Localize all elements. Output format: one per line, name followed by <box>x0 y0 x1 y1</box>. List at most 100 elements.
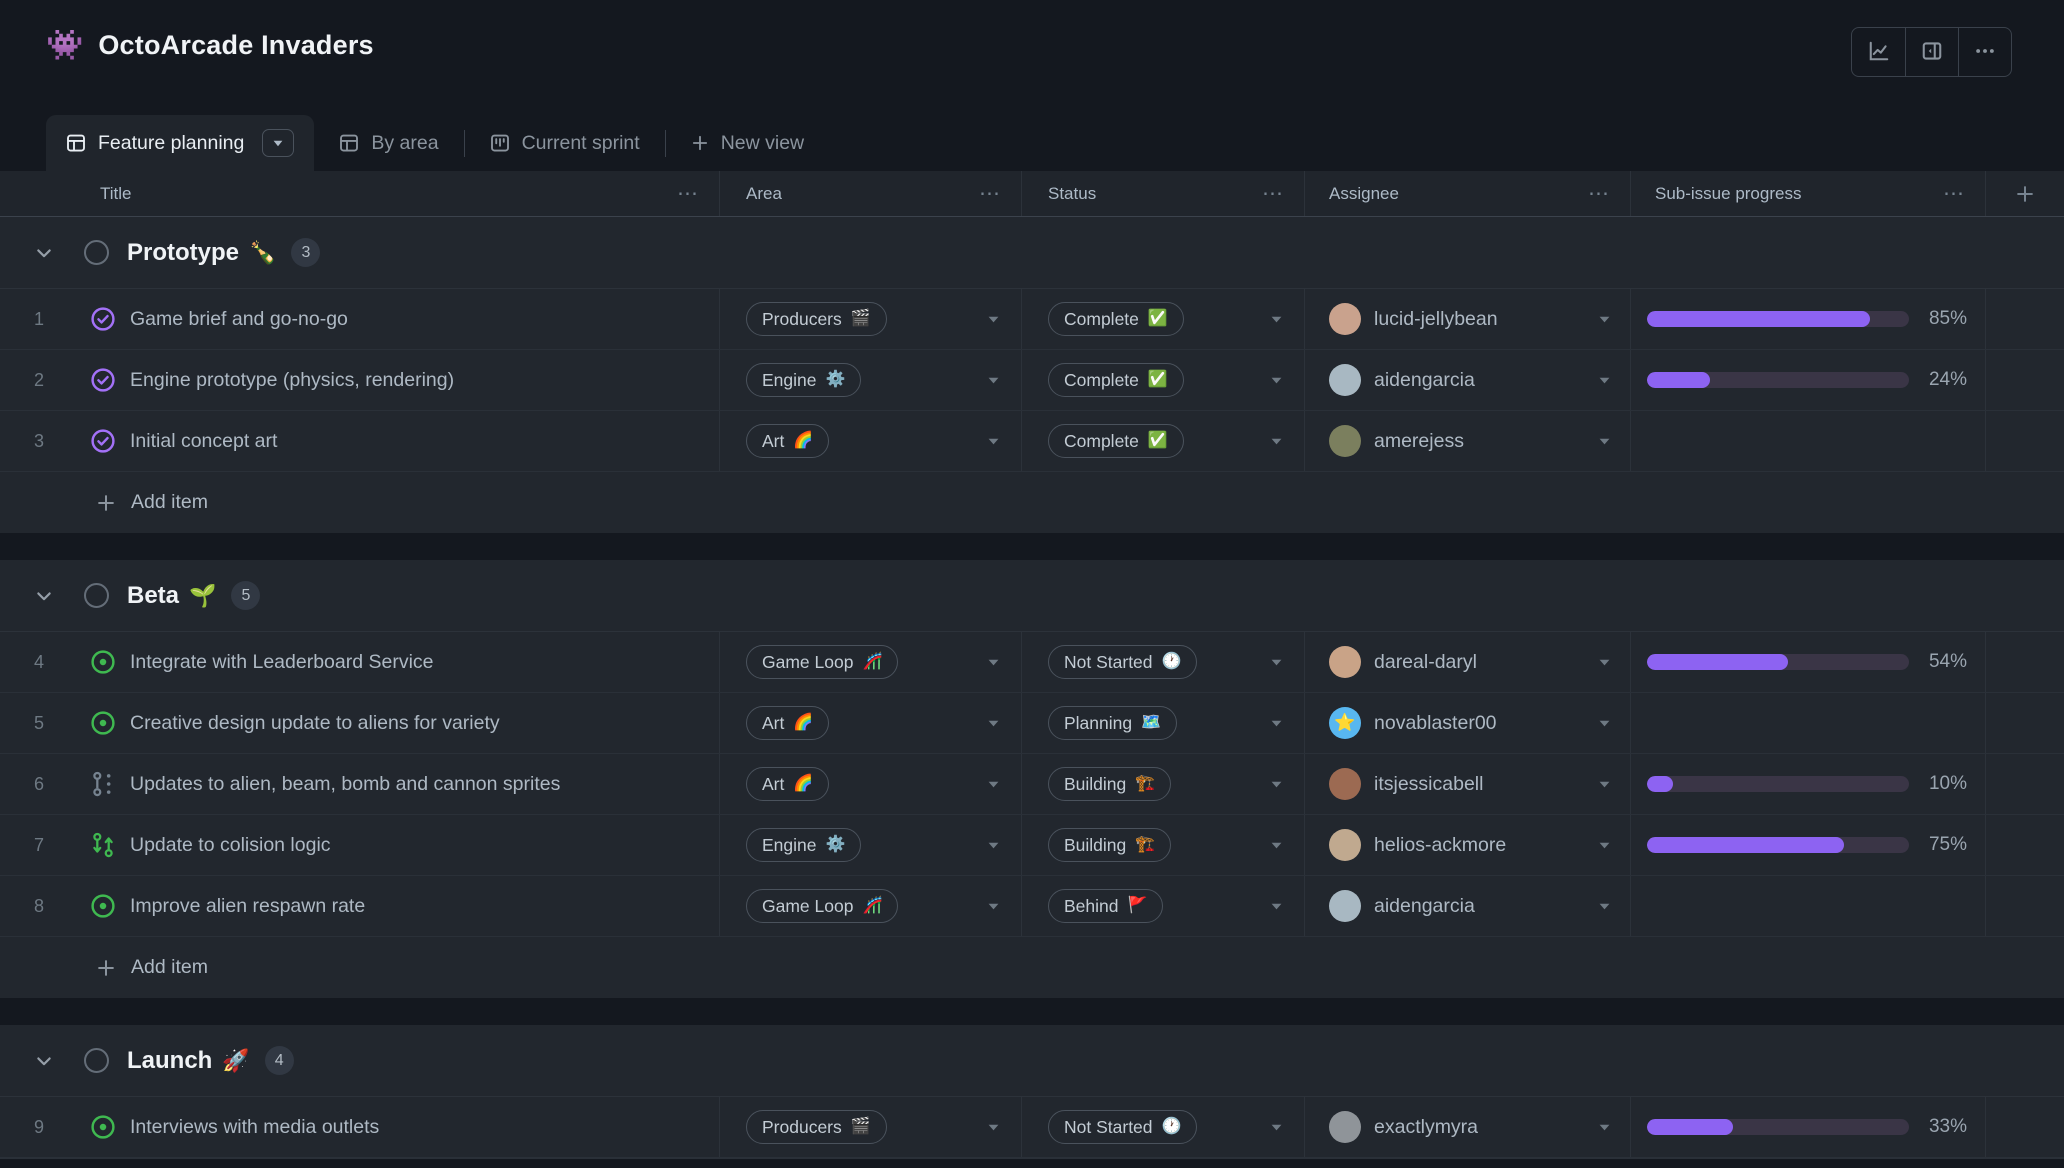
area-cell[interactable]: Producers 🎬 <box>720 289 1022 349</box>
area-pill[interactable]: Art 🌈 <box>746 767 829 801</box>
chevron-down-icon[interactable] <box>34 243 54 263</box>
chevron-down-icon[interactable] <box>1271 316 1282 323</box>
area-pill[interactable]: Producers 🎬 <box>746 1110 887 1144</box>
area-cell[interactable]: Engine ⚙️ <box>720 350 1022 410</box>
more-options-button[interactable] <box>1958 28 2011 76</box>
chevron-down-icon[interactable] <box>1599 659 1610 666</box>
chevron-down-icon[interactable] <box>1599 316 1610 323</box>
chevron-down-icon[interactable] <box>1271 720 1282 727</box>
issue-title[interactable]: Update to colision logic <box>130 834 331 857</box>
chevron-down-icon[interactable] <box>1599 842 1610 849</box>
chevron-down-icon[interactable] <box>988 377 999 384</box>
area-cell[interactable]: Art 🌈 <box>720 754 1022 814</box>
area-pill[interactable]: Game Loop 🎢 <box>746 645 898 679</box>
issue-title[interactable]: Integrate with Leaderboard Service <box>130 651 434 674</box>
chevron-down-icon[interactable] <box>988 720 999 727</box>
status-pill[interactable]: Complete ✅ <box>1048 302 1184 336</box>
area-cell[interactable]: Producers 🎬 <box>720 1097 1022 1157</box>
tab-feature-planning[interactable]: Feature planning <box>46 115 314 171</box>
chevron-down-icon[interactable] <box>1271 842 1282 849</box>
status-pill[interactable]: Complete ✅ <box>1048 424 1184 458</box>
issue-title[interactable]: Game brief and go-no-go <box>130 308 348 331</box>
chevron-down-icon[interactable] <box>1599 377 1610 384</box>
chevron-down-icon[interactable] <box>988 316 999 323</box>
chevron-down-icon[interactable] <box>1599 720 1610 727</box>
tab-current-sprint[interactable]: Current sprint <box>465 115 665 171</box>
chevron-down-icon[interactable] <box>1271 781 1282 788</box>
issue-title[interactable]: Initial concept art <box>130 430 277 453</box>
area-cell[interactable]: Game Loop 🎢 <box>720 632 1022 692</box>
column-menu-button[interactable]: ⋯ <box>1943 183 1965 204</box>
area-pill[interactable]: Producers 🎬 <box>746 302 887 336</box>
status-cell[interactable]: Not Started 🕐 <box>1022 632 1305 692</box>
status-cell[interactable]: Complete ✅ <box>1022 289 1305 349</box>
column-menu-button[interactable]: ⋯ <box>1262 183 1284 204</box>
status-cell[interactable]: Complete ✅ <box>1022 350 1305 410</box>
view-options-caret-button[interactable] <box>262 129 294 157</box>
column-menu-button[interactable]: ⋯ <box>677 183 699 204</box>
area-cell[interactable]: Art 🌈 <box>720 693 1022 753</box>
chevron-down-icon[interactable] <box>1271 377 1282 384</box>
chevron-down-icon[interactable] <box>1599 903 1610 910</box>
assignee-cell[interactable]: lucid-jellybean <box>1305 289 1631 349</box>
chevron-down-icon[interactable] <box>988 781 999 788</box>
tab-new-view[interactable]: New view <box>666 115 829 171</box>
assignee-cell[interactable]: dareal-daryl <box>1305 632 1631 692</box>
status-cell[interactable]: Not Started 🕐 <box>1022 1097 1305 1157</box>
chevron-down-icon[interactable] <box>988 903 999 910</box>
status-cell[interactable]: Planning 🗺️ <box>1022 693 1305 753</box>
status-cell[interactable]: Building 🏗️ <box>1022 754 1305 814</box>
assignee-cell[interactable]: aidengarcia <box>1305 876 1631 936</box>
issue-title[interactable]: Interviews with media outlets <box>130 1116 379 1139</box>
status-pill[interactable]: Building 🏗️ <box>1048 828 1171 862</box>
area-pill[interactable]: Art 🌈 <box>746 706 829 740</box>
insights-button[interactable] <box>1852 28 1905 76</box>
area-pill[interactable]: Game Loop 🎢 <box>746 889 898 923</box>
chevron-down-icon[interactable] <box>1271 659 1282 666</box>
assignee-cell[interactable]: itsjessicabell <box>1305 754 1631 814</box>
issue-title[interactable]: Engine prototype (physics, rendering) <box>130 369 454 392</box>
status-cell[interactable]: Complete ✅ <box>1022 411 1305 471</box>
chevron-down-icon[interactable] <box>1271 438 1282 445</box>
chevron-down-icon[interactable] <box>34 586 54 606</box>
area-pill[interactable]: Art 🌈 <box>746 424 829 458</box>
side-panel-button[interactable] <box>1905 28 1958 76</box>
column-menu-button[interactable]: ⋯ <box>979 183 1001 204</box>
chevron-down-icon[interactable] <box>988 1124 999 1131</box>
assignee-cell[interactable]: exactlymyra <box>1305 1097 1631 1157</box>
add-item-button[interactable]: Add item <box>0 937 2064 998</box>
add-item-button[interactable]: Add item <box>0 472 2064 533</box>
assignee-cell[interactable]: helios-ackmore <box>1305 815 1631 875</box>
issue-title[interactable]: Updates to alien, beam, bomb and cannon … <box>130 773 560 796</box>
status-pill[interactable]: Not Started 🕐 <box>1048 1110 1197 1144</box>
chevron-down-icon[interactable] <box>1271 1124 1282 1131</box>
issue-title[interactable]: Improve alien respawn rate <box>130 895 365 918</box>
status-cell[interactable]: Building 🏗️ <box>1022 815 1305 875</box>
status-pill[interactable]: Planning 🗺️ <box>1048 706 1177 740</box>
status-pill[interactable]: Behind 🚩 <box>1048 889 1163 923</box>
chevron-down-icon[interactable] <box>34 1051 54 1071</box>
chevron-down-icon[interactable] <box>1599 1124 1610 1131</box>
add-column-button[interactable] <box>1986 171 2064 216</box>
assignee-cell[interactable]: ⭐ novablaster00 <box>1305 693 1631 753</box>
area-cell[interactable]: Art 🌈 <box>720 411 1022 471</box>
chevron-down-icon[interactable] <box>1599 781 1610 788</box>
tab-by-area[interactable]: By area <box>314 115 463 171</box>
column-menu-button[interactable]: ⋯ <box>1588 183 1610 204</box>
area-cell[interactable]: Game Loop 🎢 <box>720 876 1022 936</box>
chevron-down-icon[interactable] <box>988 438 999 445</box>
assignee-cell[interactable]: aidengarcia <box>1305 350 1631 410</box>
area-pill[interactable]: Engine ⚙️ <box>746 828 861 862</box>
status-pill[interactable]: Not Started 🕐 <box>1048 645 1197 679</box>
chevron-down-icon[interactable] <box>1271 903 1282 910</box>
status-pill[interactable]: Complete ✅ <box>1048 363 1184 397</box>
chevron-down-icon[interactable] <box>1599 438 1610 445</box>
area-pill[interactable]: Engine ⚙️ <box>746 363 861 397</box>
chevron-down-icon[interactable] <box>988 842 999 849</box>
status-cell[interactable]: Behind 🚩 <box>1022 876 1305 936</box>
assignee-cell[interactable]: amerejess <box>1305 411 1631 471</box>
issue-title[interactable]: Creative design update to aliens for var… <box>130 712 500 735</box>
area-cell[interactable]: Engine ⚙️ <box>720 815 1022 875</box>
status-pill[interactable]: Building 🏗️ <box>1048 767 1171 801</box>
chevron-down-icon[interactable] <box>988 659 999 666</box>
